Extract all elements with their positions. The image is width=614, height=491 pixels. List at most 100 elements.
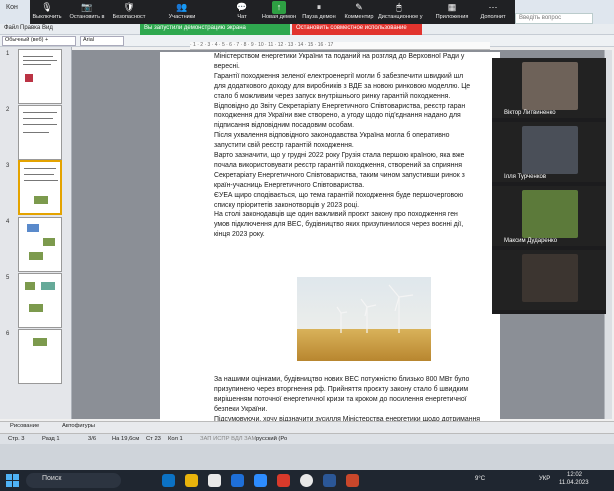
zoom-icon[interactable] <box>254 474 267 487</box>
document-text-line[interactable]: для додаткового доходу для виробників з … <box>214 82 492 91</box>
store-icon[interactable] <box>208 474 221 487</box>
desktop-strip <box>0 444 614 470</box>
document-text-line[interactable]: вересні. <box>214 62 492 71</box>
document-text-line[interactable]: За нашими оцінками, будівництво нових ВЕ… <box>214 375 492 384</box>
zoom-toolbar-label: Комментир <box>344 14 374 20</box>
zoom-toolbar-icon: ▦ <box>447 2 457 12</box>
file-explorer-icon[interactable] <box>185 474 198 487</box>
zoom-toolbar-button[interactable]: 🖱 Дистанционное у <box>378 1 423 23</box>
edge-icon[interactable] <box>162 474 175 487</box>
word-icon[interactable] <box>323 474 336 487</box>
page-thumbnail[interactable] <box>18 105 62 160</box>
document-text-line[interactable]: умов підключення для ВЕС, будівництво як… <box>214 220 492 229</box>
zoom-toolbar-label: Новая демон <box>261 14 297 20</box>
zoom-toolbar-label: Дополнит <box>480 14 506 20</box>
zoom-toolbar-icon: 🛡 <box>123 2 135 12</box>
help-search-input[interactable]: Введіть вопрос <box>515 13 593 24</box>
zoom-toolbar-button[interactable]: ▦ Приложения <box>431 1 473 23</box>
participant-tile[interactable]: Віктор Литвиненко <box>492 58 606 118</box>
zoom-toolbar-button[interactable]: ✎ Комментир <box>338 1 380 23</box>
page-thumbnail[interactable] <box>18 217 62 272</box>
document-text-line[interactable]: списку пріоритетів законотворців у 2023 … <box>214 201 492 210</box>
mail-icon[interactable] <box>231 474 244 487</box>
document-text-line[interactable]: Секретаріату Енергетичного Співтовариств… <box>214 171 492 180</box>
zoom-toolbar-icon: ⏸ <box>316 2 322 12</box>
input-language[interactable]: УКР <box>539 476 550 482</box>
zoom-toolbar-icon: 👥 <box>176 2 188 12</box>
participant-name: Максим Дударенко <box>504 238 558 244</box>
zoom-toolbar-button[interactable]: ⏸ Пауза демон <box>298 1 340 23</box>
stop-share-button[interactable]: Остановить совместное использование <box>292 24 422 35</box>
menu-view[interactable]: Вид <box>42 25 53 31</box>
document-text-line[interactable]: почала використовувати реєстр гарантій п… <box>214 161 492 170</box>
participant-tile[interactable]: Максим Дударенко <box>492 186 606 246</box>
status-page: Стр. 3 <box>8 436 25 442</box>
draw-menu-button[interactable]: Рисование <box>10 423 39 429</box>
document-text-line[interactable]: стало б можливим через запуск внутрішньо… <box>214 92 492 101</box>
page-thumbnail[interactable] <box>18 329 62 384</box>
zoom-toolbar-button[interactable]: 🛡 Безопасност <box>108 1 150 23</box>
zoom-toolbar-icon: ✎ <box>355 2 363 12</box>
zoom-toolbar-button[interactable]: 👥 Участники <box>161 1 203 23</box>
zoom-toolbar-icon: ⋯ <box>488 2 498 12</box>
autoshapes-button[interactable]: Автофигуры <box>62 423 95 429</box>
document-text-line[interactable]: безпеки України. <box>214 405 492 414</box>
weather-temp[interactable]: 9°C <box>475 476 485 482</box>
zoom-toolbar-button[interactable]: 💬 Чат <box>221 1 263 23</box>
slide-thumbnail-pane: 1 2 3 4 5 6 <box>0 47 72 419</box>
style-select[interactable]: Обычный (веб) + <box>2 36 76 46</box>
document-text-line[interactable]: Варто зазначити, що у грудні 2022 року Г… <box>214 151 492 160</box>
menu-edit[interactable]: Правка <box>20 25 40 31</box>
document-text-line[interactable]: Міністерством енергетики України та пода… <box>214 52 492 61</box>
zoom-toolbar-label: Остановить в <box>69 14 105 20</box>
zoom-toolbar-label: Чат <box>237 14 247 20</box>
zoom-toolbar-label: Дистанционное у <box>378 14 423 20</box>
taskbar-search-input[interactable]: Поиск <box>26 473 121 488</box>
zoom-toolbar-label: Участники <box>168 14 196 20</box>
status-section: Разд 1 <box>42 436 60 442</box>
windows-start-icon[interactable] <box>6 474 19 487</box>
page-thumbnail-selected[interactable] <box>18 160 62 215</box>
page-thumbnail[interactable] <box>18 273 62 328</box>
font-select[interactable]: Arial <box>80 36 124 46</box>
zoom-toolbar-icon: 💬 <box>236 2 248 12</box>
taskbar: Поиск 9°C УКР 12:02 11.04.2023 <box>0 470 614 491</box>
document-text-line[interactable]: На столі законодавців ще один важливий п… <box>214 210 492 219</box>
wind-turbines-image[interactable] <box>297 277 431 361</box>
document-text-line[interactable]: Після ухвалення відповідного законодавст… <box>214 131 492 140</box>
participant-video <box>522 190 578 238</box>
zoom-toolbar-icon: 📷 <box>81 2 93 12</box>
document-text-line[interactable]: кінця 2023 року. <box>214 230 492 239</box>
zoom-toolbar-button[interactable]: ⋯ Дополнит <box>472 1 514 23</box>
document-text-line[interactable]: Гарантії походження зеленої електроенерг… <box>214 72 492 81</box>
drawing-toolbar: Рисование Автофигуры <box>0 421 614 433</box>
participant-video <box>522 62 578 110</box>
menu-file[interactable]: Файл <box>4 25 19 31</box>
clock-date[interactable]: 11.04.2023 <box>559 480 589 486</box>
document-text-line[interactable]: вирішенням поточної енергетичної кризи т… <box>214 395 492 404</box>
zoom-toolbar-button[interactable]: 🎙 Выключить <box>26 1 68 23</box>
document-text-line[interactable]: Відповідно до Звіту Секретаріату Енергет… <box>214 102 492 111</box>
document-text-line[interactable]: походження для України вже створено, а у… <box>214 111 492 120</box>
document-text-line[interactable]: призупинено через вторгнення рф. Прийнят… <box>214 385 492 394</box>
chrome-icon[interactable] <box>300 474 313 487</box>
document-text-line[interactable]: запустити свій реєстр гарантій походженн… <box>214 141 492 150</box>
office-icon[interactable] <box>346 474 359 487</box>
page-thumbnail[interactable] <box>18 49 62 104</box>
thumb-number: 4 <box>6 219 10 225</box>
powerpoint-icon[interactable] <box>277 474 290 487</box>
zoom-toolbar-button[interactable]: ↑ Новая демон <box>258 1 300 23</box>
document-text-line[interactable]: підписання відповідним посадовим особам. <box>214 121 492 130</box>
zoom-toolbar-icon: 🖱 <box>396 2 402 12</box>
status-language: русский (Ро <box>256 436 288 442</box>
document-text-line[interactable]: країн-учасниць Енергетичного Співтоварис… <box>214 181 492 190</box>
participant-tile[interactable] <box>492 250 606 310</box>
status-column: Кол 1 <box>168 436 183 442</box>
zoom-toolbar-label: Безопасност <box>112 14 146 20</box>
participant-tile[interactable]: Ілля Турченков <box>492 122 606 182</box>
document-text-line[interactable]: ЄУЕА щиро сподівається, що тема гарантій… <box>214 191 492 200</box>
clock-time[interactable]: 12:02 <box>567 472 582 478</box>
horizontal-ruler[interactable]: · 1 · 2 · 3 · 4 · 5 · 6 · 7 · 8 · 9 · 10… <box>190 42 490 50</box>
video-participants-panel: Віктор Литвиненко Ілля Турченков Максим Ду… <box>492 58 606 314</box>
zoom-toolbar-button[interactable]: 📷 Остановить в <box>66 1 108 23</box>
